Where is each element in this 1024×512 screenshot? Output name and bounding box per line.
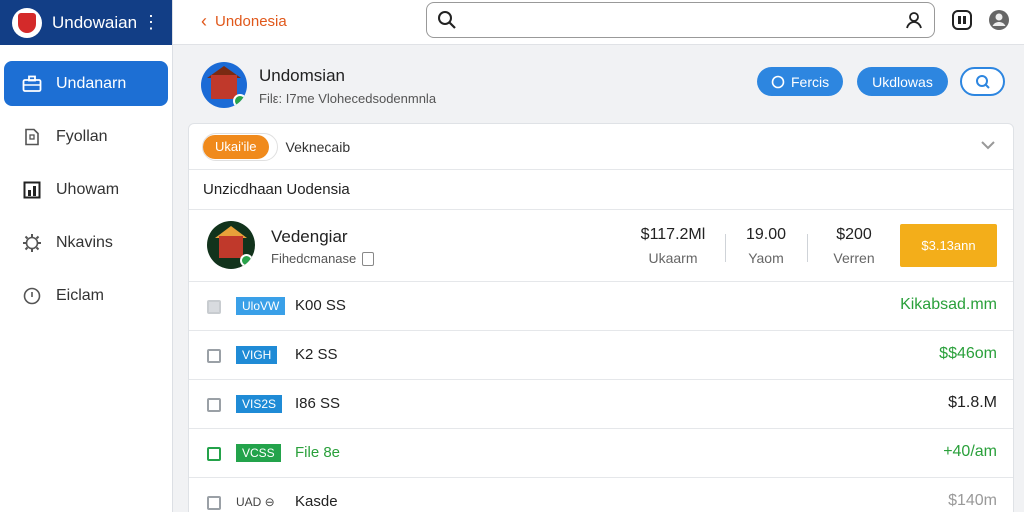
stat-value: $200: [836, 226, 872, 243]
row-name: Kasde: [295, 493, 338, 510]
row-name: I86 SS: [295, 395, 341, 412]
ukdlowas-button[interactable]: Ukdlowas: [857, 67, 948, 96]
search-action-button[interactable]: [960, 67, 1005, 96]
avatar: [207, 221, 255, 269]
row-chip: UloVW: [236, 297, 286, 315]
brand-logo-icon[interactable]: [12, 7, 42, 38]
apps-icon[interactable]: [951, 9, 973, 31]
row-amount: $1.8.M: [948, 394, 997, 411]
chart-icon: [22, 180, 42, 200]
feature-row[interactable]: Vedengiar Fihedcmanase $117.2Ml Ukaarm 1…: [189, 210, 1013, 282]
row-name: K2 SS: [295, 346, 338, 363]
stat-2: 19.00 Yaom: [735, 226, 797, 266]
back-link[interactable]: ‹ Undonesia: [201, 11, 287, 32]
sidebar-item-label: Fyollan: [56, 127, 108, 145]
chat-bubble-icon: [771, 75, 785, 88]
feature-name: Vedengiar: [271, 227, 348, 246]
chevron-down-icon[interactable]: [979, 136, 997, 154]
sidebar-nav: Undanarn Fyollan Uhowam Nkavins Eiclam: [0, 45, 172, 318]
card-header: Ukaiʹile Veknecaib: [189, 124, 1013, 170]
sidebar-item-label: Nkavins: [56, 233, 113, 251]
sidebar-item-undanarn[interactable]: Undanarn: [4, 61, 168, 106]
content-card: Ukaiʹile Veknecaib Unzicdhaan Uodensia V…: [188, 123, 1014, 512]
fercis-button[interactable]: Fercis: [757, 67, 844, 96]
section-title: Unzicdhaan Uodensia: [189, 170, 1013, 210]
table-row[interactable]: VCSS File 8e +40/am: [189, 429, 1013, 478]
row-checkbox[interactable]: [207, 447, 221, 461]
table-row[interactable]: VIS2S I86 SS $1.8.M: [189, 380, 1013, 429]
stat-value: 19.00: [745, 226, 787, 243]
chevron-left-icon: ‹: [201, 11, 207, 31]
row-chip: UAD ⊖: [236, 495, 275, 509]
feature-sub: Fihedcmanase: [271, 251, 375, 266]
sidebar-item-fyollan[interactable]: Fyollan: [4, 114, 168, 159]
more-vertical-icon[interactable]: ⋮: [142, 12, 160, 33]
row-chip: VIGH: [236, 346, 278, 364]
row-name: File 8e: [295, 444, 341, 461]
sidebar-item-eiclam[interactable]: Eiclam: [4, 273, 168, 318]
row-amount: +40/am: [943, 443, 997, 460]
tag-text: Veknecaib: [285, 138, 351, 155]
brand-bar: Undowaian ⋮: [0, 0, 172, 45]
stat-1: $117.2Ml Ukaarm: [633, 226, 713, 266]
sidebar: Undowaian ⋮ Undanarn Fyollan Uhowam Nkav…: [0, 0, 173, 512]
row-amount: $$46om: [939, 345, 997, 362]
sidebar-item-label: Eiclam: [56, 286, 105, 304]
table-row[interactable]: VIGH K2 SS $$46om: [189, 331, 1013, 380]
row-chip: VCSS: [236, 444, 281, 462]
chat-icon: [22, 286, 42, 306]
search-input[interactable]: [426, 2, 935, 38]
stat-label: Verren: [833, 250, 875, 266]
row-checkbox[interactable]: [207, 300, 221, 314]
user-search-icon[interactable]: [904, 10, 924, 30]
profile-icon[interactable]: [988, 9, 1010, 31]
divider: [725, 234, 726, 262]
sidebar-item-nkavins[interactable]: Nkavins: [4, 220, 168, 265]
feature-sub-text: Fihedcmanase: [271, 251, 357, 266]
row-amount: Kikabsad.mm: [900, 296, 997, 313]
row-checkbox[interactable]: [207, 496, 221, 510]
sidebar-item-uhowam[interactable]: Uhowam: [4, 167, 168, 212]
document-icon: [22, 127, 42, 147]
row-checkbox[interactable]: [207, 398, 221, 412]
sidebar-item-label: Uhowam: [56, 180, 120, 198]
table-row[interactable]: UAD ⊖ Kasde $140m: [189, 478, 1013, 512]
page-header: Undomsian Filε: I7me Vlohecedsodenmnla F…: [173, 45, 1024, 123]
page-title: Undomsian: [259, 66, 345, 85]
filter-tag[interactable]: Ukaiʹile: [202, 132, 278, 161]
briefcase-icon: [22, 74, 42, 94]
row-chip: VIS2S: [236, 395, 283, 413]
search-icon: [975, 74, 990, 89]
stat-3: $200 Verren: [817, 226, 891, 266]
row-amount: $140m: [948, 492, 997, 509]
cta-button[interactable]: $3.13ann: [900, 224, 997, 267]
fercis-button-label: Fercis: [791, 73, 830, 90]
gear-icon: [22, 233, 42, 253]
avatar: [201, 62, 247, 108]
sidebar-item-label: Undanarn: [56, 74, 127, 92]
stat-label: Ukaarm: [648, 250, 698, 266]
top-bar: ‹ Undonesia: [173, 0, 1024, 45]
page-subtitle: Filε: I7me Vlohecedsodenmnla: [259, 91, 437, 106]
ukdlowas-button-label: Ukdlowas: [872, 73, 933, 90]
stat-value: $117.2Ml: [640, 226, 706, 243]
brand-name: Undowaian: [52, 12, 138, 32]
tag-label: Ukaiʹile: [203, 134, 269, 159]
table-row[interactable]: UloVW K00 SS Kikabsad.mm: [189, 282, 1013, 331]
document-icon: [362, 251, 375, 266]
row-name: K00 SS: [295, 297, 346, 314]
divider: [807, 234, 808, 262]
search-icon: [438, 11, 456, 29]
row-checkbox[interactable]: [207, 349, 221, 363]
back-label: Undonesia: [215, 13, 287, 30]
stat-label: Yaom: [748, 250, 784, 266]
